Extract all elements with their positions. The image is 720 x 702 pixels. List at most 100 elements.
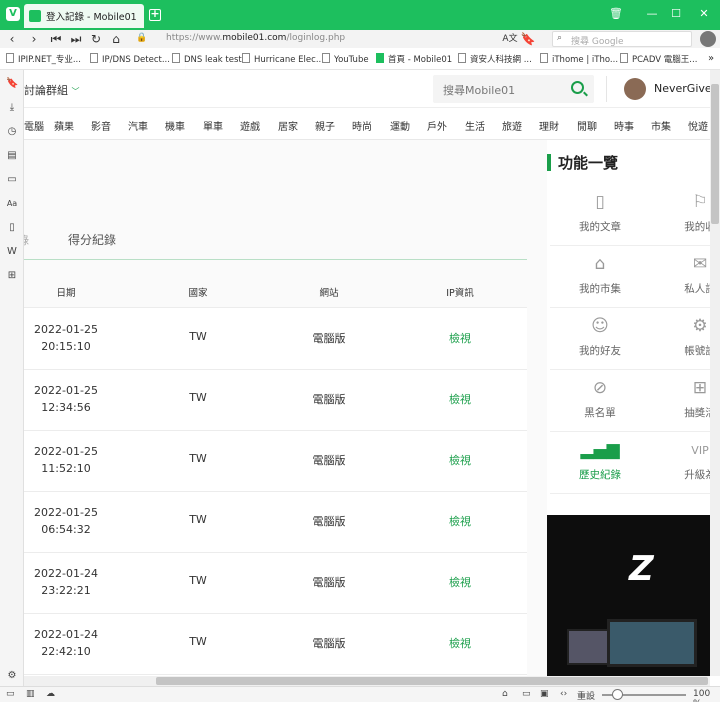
browser-tab[interactable]: 登入記錄 - Mobile01 <box>24 4 144 28</box>
profile-avatar[interactable] <box>700 31 716 47</box>
bookmark-item[interactable]: Hurricane Elec... <box>242 53 324 65</box>
category-item[interactable]: 汽車 <box>128 118 148 133</box>
category-item[interactable]: 單車 <box>203 118 223 133</box>
bookmark-item[interactable]: YouTube <box>322 53 369 65</box>
username[interactable]: NeverGiveU <box>654 82 710 95</box>
close-button[interactable]: ✕ <box>696 6 712 22</box>
date-cell: 2022-01-25 20:15:10 <box>24 321 108 355</box>
code-icon[interactable]: ‹› <box>560 689 567 699</box>
zoom-reset-button[interactable]: 重設 <box>577 689 595 702</box>
panel-toggle-icon[interactable]: ▭ <box>6 689 15 699</box>
back-icon[interactable]: ‹ <box>4 30 20 48</box>
site-search-input[interactable]: 搜尋Mobile01 <box>433 75 594 103</box>
reload-icon[interactable]: ↻ <box>88 30 104 48</box>
notes-icon[interactable]: ▤ <box>6 150 18 162</box>
view-ip-link[interactable]: 檢視 <box>420 330 500 346</box>
forum-menu[interactable]: 討論群組 ﹀ <box>24 82 80 98</box>
view-ip-link[interactable]: 檢視 <box>420 574 500 590</box>
history-icon[interactable]: ◷ <box>6 126 18 138</box>
bookmark-item[interactable]: 首頁 - Mobile01 <box>376 53 452 65</box>
category-item[interactable]: 閒聊 <box>577 118 597 133</box>
bookmark-item[interactable]: IPIP.NET_专业... <box>6 53 81 65</box>
category-item[interactable]: 居家 <box>278 118 298 133</box>
my-friends-link[interactable]: ☺ 我的好友 <box>550 308 650 370</box>
my-bookmarks-link[interactable]: ⚐ 我的收 <box>650 184 710 246</box>
view-ip-link[interactable]: 檢視 <box>420 635 500 651</box>
vertical-scrollbar[interactable] <box>710 70 720 676</box>
vivaldi-logo-icon[interactable]: V <box>6 7 20 21</box>
maximize-button[interactable]: ☐ <box>668 6 684 22</box>
horizontal-scrollbar[interactable] <box>24 676 710 686</box>
view-ip-link[interactable]: 檢視 <box>420 452 500 468</box>
address-bar[interactable]: 🔒 https://www.mobile01.com/loginlog.php <box>132 31 498 47</box>
shield-lock-icon[interactable]: 🔒 <box>136 33 147 43</box>
tile-tabs-icon[interactable]: ▥ <box>26 689 35 699</box>
blacklist-link[interactable]: ⊘ 黑名單 <box>550 370 650 432</box>
downloads-icon[interactable]: ⤓ <box>6 102 18 114</box>
tab-score-log[interactable]: 得分紀錄 <box>68 231 116 248</box>
more-bookmarks-icon[interactable]: » <box>708 53 714 64</box>
add-panel-icon[interactable]: ⊞ <box>6 270 18 282</box>
category-item[interactable]: 悅遊 <box>688 118 708 133</box>
history-link[interactable]: ▂▄▆ 歷史紀錄 <box>550 432 650 494</box>
account-settings-link[interactable]: ⚙ 帳號設 <box>650 308 710 370</box>
forward-icon[interactable]: › <box>26 30 42 48</box>
cloud-sync-icon[interactable]: ☁ <box>46 689 55 699</box>
advertisement-banner[interactable]: Z <box>547 515 710 676</box>
bookmark-item[interactable]: PCADV 電腦王... <box>620 53 697 65</box>
category-item[interactable]: 戶外 <box>427 118 447 133</box>
bookmark-page-icon[interactable]: 🔖 <box>520 30 536 48</box>
category-item[interactable]: 時尚 <box>352 118 372 133</box>
bookmark-item[interactable]: IP/DNS Detect... <box>90 53 170 65</box>
view-ip-link[interactable]: 檢視 <box>420 391 500 407</box>
function-label: 抽獎活 <box>684 407 710 419</box>
search-icon[interactable] <box>571 81 584 94</box>
lottery-link[interactable]: ⊞ 抽獎活 <box>650 370 710 432</box>
category-item[interactable]: 機車 <box>165 118 185 133</box>
category-item[interactable]: 運動 <box>390 118 410 133</box>
category-item[interactable]: 旅遊 <box>502 118 522 133</box>
settings-gear-icon[interactable]: ⚙ <box>6 670 18 682</box>
bookmark-item[interactable]: iThome | iTho... <box>540 53 618 65</box>
rewind-icon[interactable]: ⏮ <box>48 30 64 48</box>
window-panel-icon[interactable]: ▭ <box>6 174 18 186</box>
my-market-link[interactable]: ⌂ 我的市集 <box>550 246 650 308</box>
wikipedia-icon[interactable]: W <box>6 246 18 258</box>
bookmark-item[interactable]: DNS leak test <box>172 53 242 65</box>
date-cell: 2022-01-24 23:22:21 <box>24 565 108 599</box>
tab-tiling-icon[interactable]: ▭ <box>522 689 531 699</box>
upgrade-vip-link[interactable]: VIP 升級為 <box>650 432 710 494</box>
category-item[interactable]: 蘋果 <box>54 118 74 133</box>
home-icon[interactable]: ⌂ <box>108 30 124 48</box>
tab-login-log[interactable]: 錄 <box>24 232 29 248</box>
images-icon[interactable]: ▣ <box>540 689 549 699</box>
page-icon[interactable]: ▯ <box>6 222 18 234</box>
trash-icon[interactable]: 🗑 <box>608 6 624 22</box>
category-item[interactable]: 遊戲 <box>240 118 260 133</box>
category-item[interactable]: 電腦 <box>24 118 44 133</box>
translate-icon[interactable]: A文 <box>502 30 518 48</box>
category-item[interactable]: 理財 <box>539 118 559 133</box>
my-articles-link[interactable]: ▯ 我的文章 <box>550 184 650 246</box>
view-ip-link[interactable]: 檢視 <box>420 513 500 529</box>
user-avatar[interactable] <box>624 78 646 100</box>
private-message-link[interactable]: ✉ 私人訊 <box>650 246 710 308</box>
category-item[interactable]: 生活 <box>465 118 485 133</box>
new-tab-button[interactable]: + <box>149 8 161 21</box>
category-item[interactable]: 市集 <box>651 118 671 133</box>
capture-icon[interactable]: ⌂ <box>502 689 508 699</box>
login-log-table: 日期 國家 網站 IP資訊 2022-01-25 20:15:10 TW 電腦版 … <box>24 275 527 676</box>
bookmark-item[interactable]: 資安人科技網 ... <box>458 53 532 65</box>
url-text[interactable]: https://www.mobile01.com/loginlog.php <box>166 33 345 43</box>
category-item[interactable]: 影音 <box>91 118 111 133</box>
bookmarks-panel-icon[interactable]: 🔖 <box>6 78 18 90</box>
zoom-slider-handle[interactable] <box>612 689 623 700</box>
category-item[interactable]: 親子 <box>315 118 335 133</box>
translate-panel-icon[interactable]: Aa <box>6 198 18 210</box>
google-search-field[interactable]: ⌕ 搜尋 Google <box>552 31 692 47</box>
vertical-scroll-thumb[interactable] <box>711 84 719 224</box>
category-item[interactable]: 時事 <box>614 118 634 133</box>
fast-forward-icon[interactable]: ⏭ <box>68 30 84 48</box>
horizontal-scroll-thumb[interactable] <box>156 677 708 685</box>
minimize-button[interactable]: — <box>644 6 660 22</box>
